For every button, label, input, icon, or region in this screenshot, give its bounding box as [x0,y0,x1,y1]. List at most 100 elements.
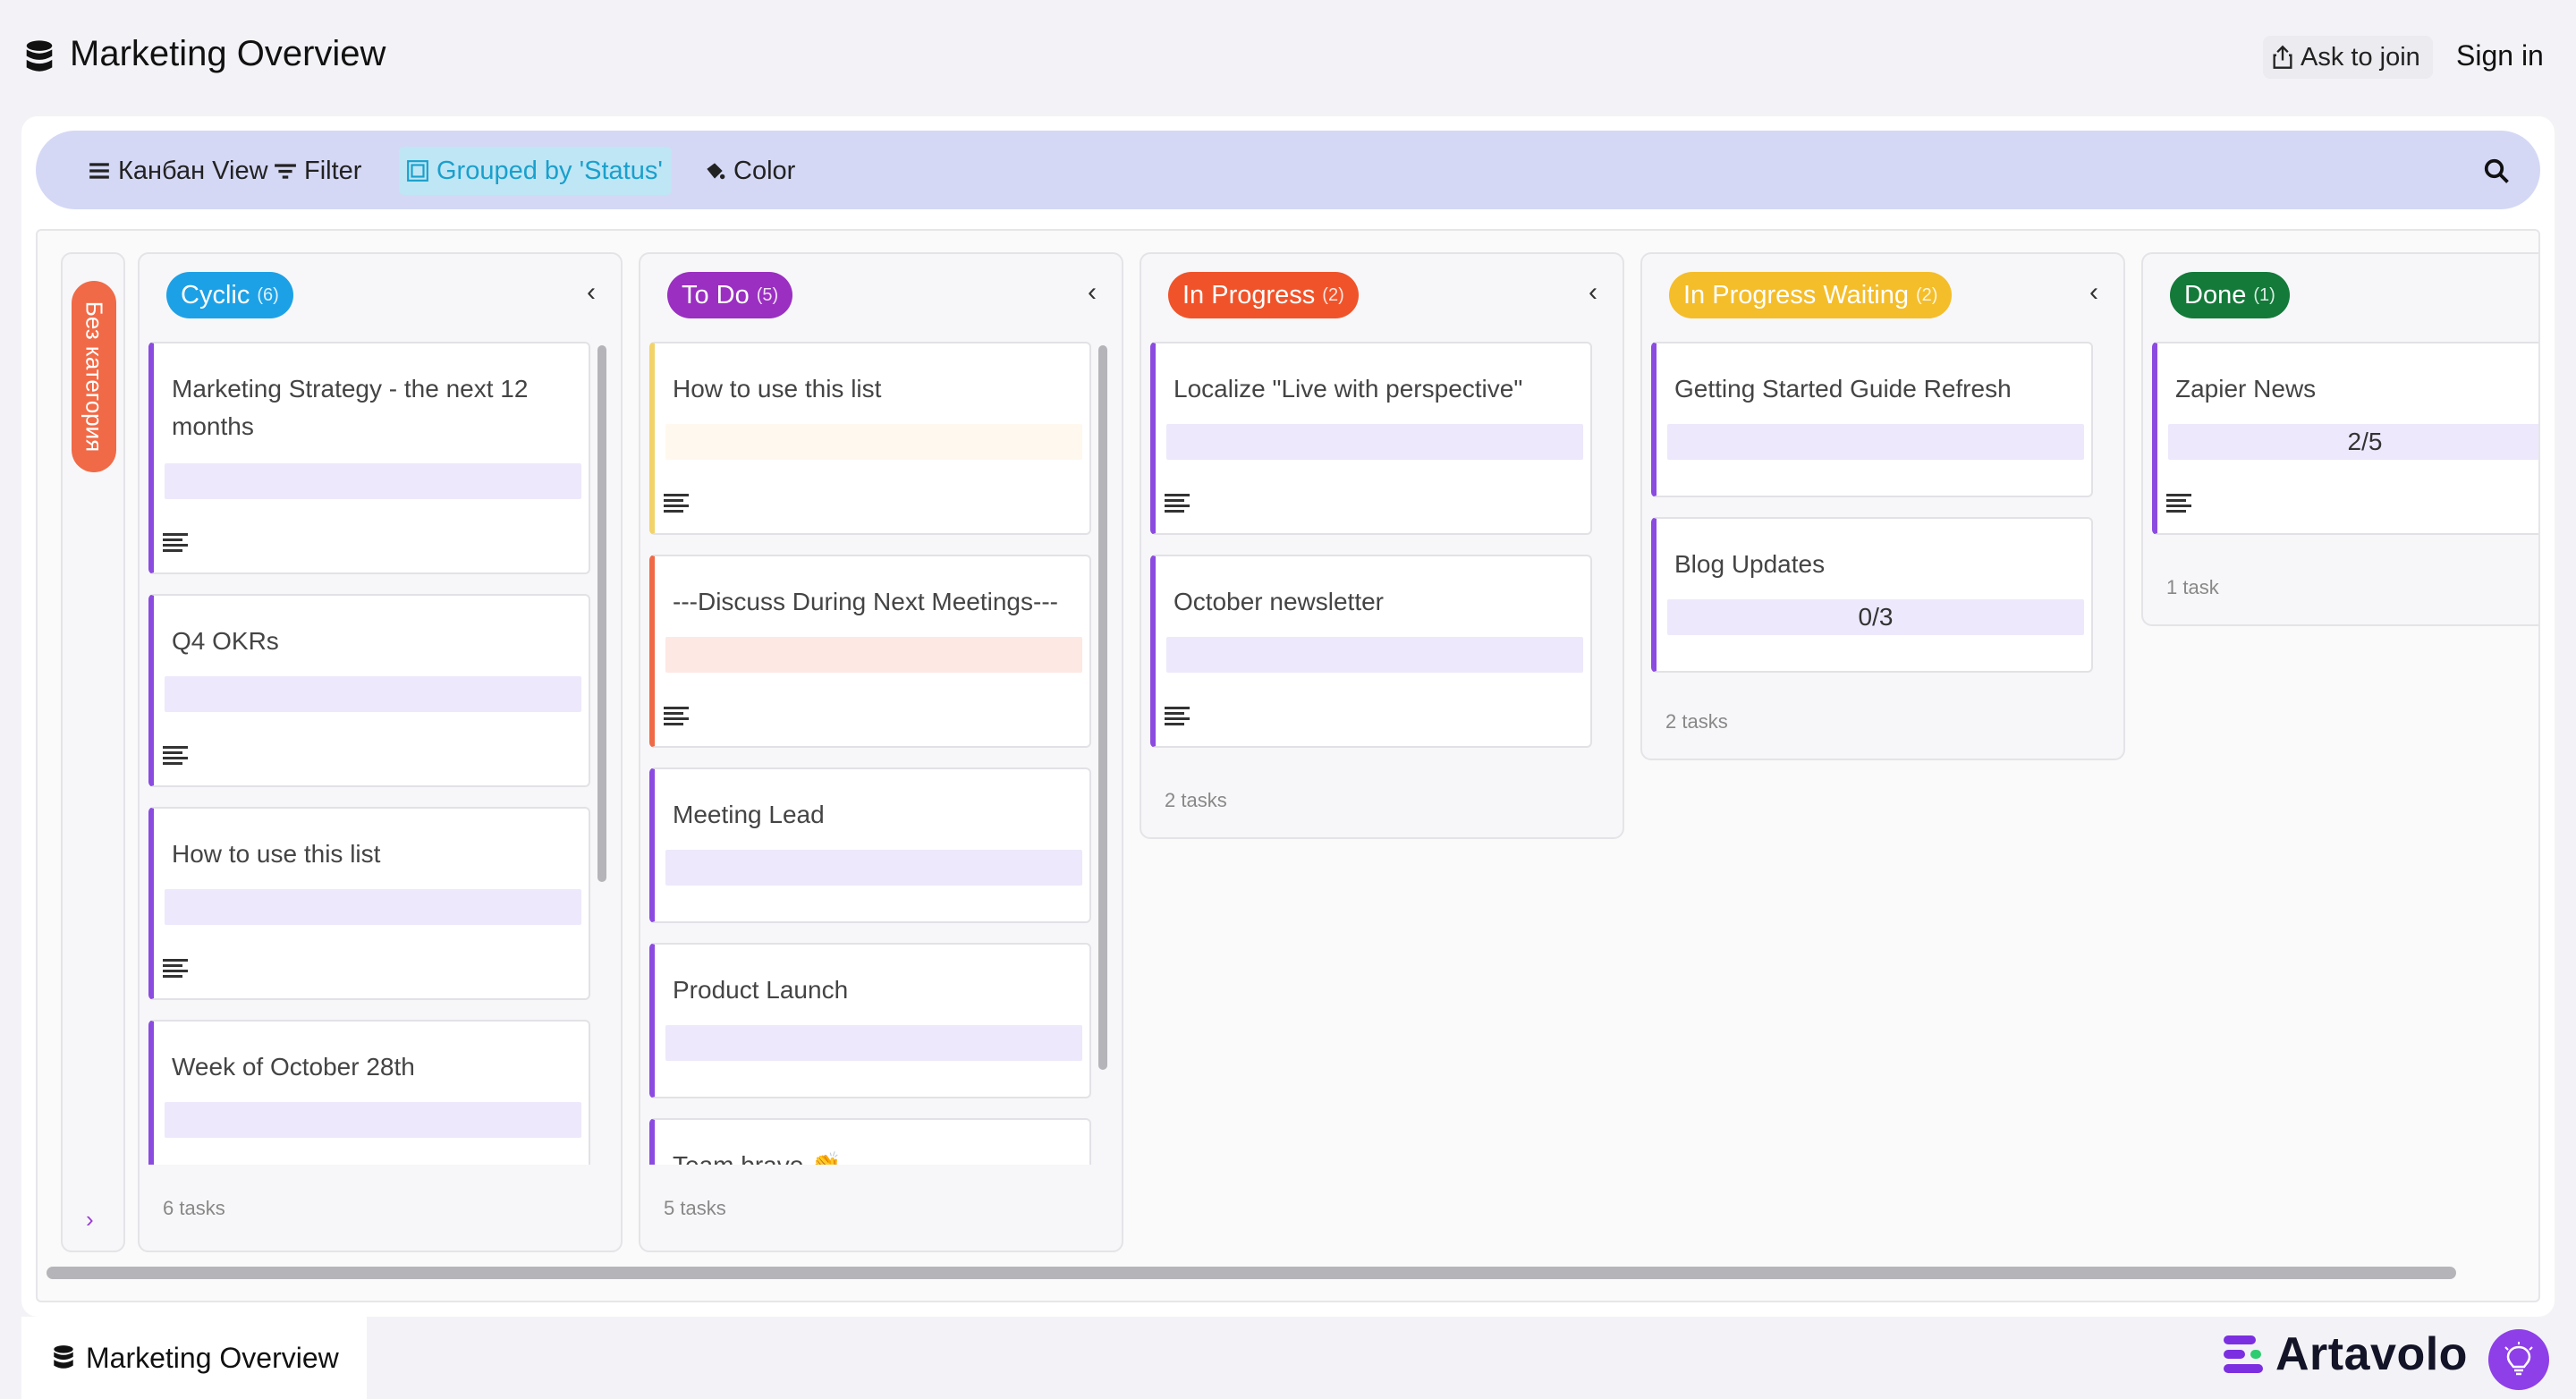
task-card[interactable]: Marketing Strategy - the next 12 months [148,342,590,574]
card-field-bar [165,1102,581,1138]
chevron-left-icon[interactable]: ‹ [2089,277,2098,308]
card-field-bar [1166,637,1583,673]
column-in-progress-waiting: In Progress Waiting (2) ‹ Getting Starte… [1640,252,2125,760]
page-title: Marketing Overview [70,34,386,73]
column-name: Done [2184,280,2247,309]
column-header-badge: Cyclic (6) [166,272,293,318]
kanban-board: Без категория › Cyclic (6) ‹ Marketing S… [36,229,2540,1302]
sign-in-link[interactable]: Sign in [2456,39,2544,72]
color-button[interactable]: Color [696,147,802,195]
ask-to-join-label: Ask to join [2301,42,2420,72]
filter-label: Filter [304,156,362,185]
card-field-bar [165,676,581,712]
task-card[interactable]: How to use this list [649,342,1091,535]
share-icon [2273,45,2292,69]
group-label: Grouped by 'Status' [436,156,663,185]
vertical-scrollbar[interactable] [1098,345,1107,1070]
task-count: 2 tasks [1165,789,1227,811]
column-to-do: To Do (5) ‹ How to use this list ---Disc… [639,252,1123,1252]
card-field-bar [665,637,1082,673]
description-icon [163,746,188,765]
vertical-scrollbar[interactable] [597,345,606,882]
card-progress: 0/3 [1667,599,2084,635]
task-card[interactable]: Zapier News 2/5 [2152,342,2538,535]
card-list: Localize "Live with perspective" October… [1150,342,1597,753]
main-panel: Канбан View Filter Grouped by 'Status' C… [21,116,2555,1317]
card-title: Zapier News [2175,375,2317,403]
task-count: 1 task [2166,576,2219,598]
card-title: Meeting Lead [673,801,825,828]
task-card[interactable]: Q4 OKRs [148,594,590,787]
task-card[interactable]: Team bravo 👏 [649,1118,1091,1165]
task-card[interactable]: Product Launch [649,943,1091,1098]
description-icon [664,494,689,513]
bottom-page-tab[interactable]: Marketing Overview [21,1317,367,1399]
card-list: Getting Started Guide Refresh Blog Updat… [1651,342,2098,682]
idea-button[interactable] [2488,1329,2549,1390]
column-count: (1) [2253,284,2275,305]
card-list: Zapier News 2/5 [2152,342,2538,556]
column-name: To Do [682,280,750,309]
column-in-progress: In Progress (2) ‹ Localize "Live with pe… [1140,252,1624,839]
card-title: How to use this list [673,375,882,403]
artavolo-logo-icon [2224,1335,2263,1373]
column-cyclic: Cyclic (6) ‹ Marketing Strategy - the ne… [138,252,623,1252]
task-card[interactable]: Getting Started Guide Refresh [1651,342,2093,497]
task-card[interactable]: Localize "Live with perspective" [1150,342,1592,535]
filter-icon [275,164,296,179]
top-bar: Marketing Overview Ask to join Sign in [0,0,2576,114]
menu-icon [89,163,109,179]
task-card[interactable]: How to use this list [148,807,590,1000]
column-header-badge: In Progress (2) [1168,272,1359,318]
task-card[interactable]: Week of October 28th [148,1020,590,1165]
chevron-right-icon[interactable]: › [86,1206,94,1234]
card-list: Marketing Strategy - the next 12 months … [148,342,596,1165]
search-icon[interactable] [2483,157,2510,184]
card-title: Marketing Strategy - the next 12 months [172,375,529,440]
card-title: Blog Updates [1674,550,1826,578]
uncategorized-badge: Без категория [72,281,116,472]
column-count: (2) [1915,284,1938,305]
task-card[interactable]: Blog Updates 0/3 [1651,517,2093,673]
task-card[interactable]: October newsletter [1150,555,1592,748]
group-icon [407,160,428,182]
card-title: Team bravo 👏 [673,1147,1072,1165]
card-title: October newsletter [1174,588,1384,615]
task-card[interactable]: Meeting Lead [649,767,1091,923]
card-title: Week of October 28th [172,1053,415,1081]
column-header-badge: Done (1) [2170,272,2290,318]
task-card[interactable]: ---Discuss During Next Meetings--- [649,555,1091,748]
description-icon [163,533,188,552]
card-title: Q4 OKRs [172,627,279,655]
card-field-bar [665,850,1082,886]
column-count: (2) [1322,284,1344,305]
card-title: ---Discuss During Next Meetings--- [673,588,1058,615]
task-count: 6 tasks [163,1197,225,1219]
database-icon [26,40,53,72]
description-icon [1165,707,1190,725]
color-label: Color [733,156,796,185]
column-name: In Progress Waiting [1683,280,1909,309]
card-title: Product Launch [673,976,849,1004]
filter-button[interactable]: Filter [267,147,369,195]
group-by-button[interactable]: Grouped by 'Status' [399,147,672,195]
uncategorized-column[interactable]: Без категория › [61,252,125,1252]
brand-logo: Artavolo [2224,1328,2468,1380]
chevron-left-icon[interactable]: ‹ [587,277,596,308]
card-field-bar [1166,424,1583,460]
column-count: (6) [257,284,279,305]
task-count: 5 tasks [664,1197,726,1219]
column-header-badge: In Progress Waiting (2) [1669,272,1953,318]
view-switch-button[interactable]: Канбан View [80,147,275,195]
task-count: 2 tasks [1665,710,1728,733]
description-icon [664,707,689,725]
column-done: Done (1) Zapier News 2/5 1 task [2141,252,2538,626]
card-title: Localize "Live with perspective" [1174,375,1523,403]
ask-to-join-button[interactable]: Ask to join [2263,36,2433,79]
card-list: How to use this list ---Discuss During N… [649,342,1097,1165]
horizontal-scrollbar[interactable] [47,1267,2456,1279]
uncategorized-label: Без категория [80,301,108,453]
chevron-left-icon[interactable]: ‹ [1589,277,1597,308]
paint-bucket-icon [707,163,725,180]
chevron-left-icon[interactable]: ‹ [1088,277,1097,308]
